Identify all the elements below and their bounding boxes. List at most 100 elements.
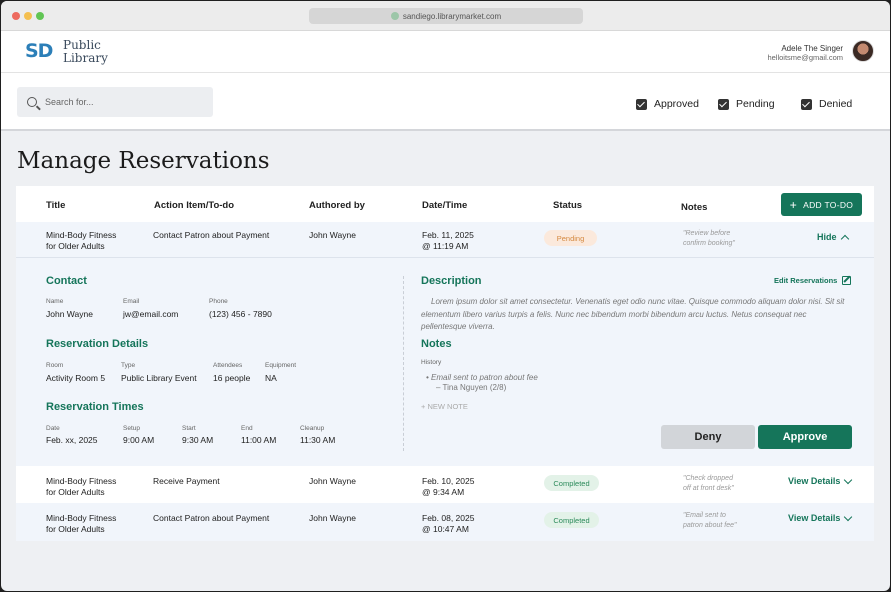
column-header-title[interactable]: Title — [46, 200, 65, 211]
row-datetime: Feb. 11, 2025 @ 11:19 AM — [422, 230, 474, 251]
edit-reservations-link[interactable]: Edit Reservations — [774, 276, 852, 285]
history-label: History — [421, 359, 442, 366]
name-label: Name — [46, 298, 64, 305]
deny-button[interactable]: Deny — [661, 425, 755, 449]
row-note: "Email sent to patron about fee" — [683, 512, 737, 529]
row-title: Mind-Body Fitness for Older Adults — [46, 513, 117, 534]
contact-section-title: Contact — [46, 275, 87, 287]
type-label: Type — [121, 362, 136, 369]
checkbox-checked-icon[interactable] — [636, 98, 647, 110]
view-details-label: View Details — [788, 476, 841, 486]
row-action-item: Receive Payment — [153, 476, 220, 486]
filter-pending[interactable]: Pending — [718, 98, 775, 110]
checkbox-checked-icon[interactable] — [801, 98, 812, 110]
type-value: Public Library Event — [121, 373, 197, 383]
row-author: John Wayne — [309, 513, 356, 523]
date-value: Feb. xx, 2025 — [46, 435, 98, 445]
search-icon — [27, 97, 37, 107]
maximize-window-icon[interactable] — [36, 12, 44, 20]
end-value: 11:00 AM — [241, 435, 277, 445]
filter-denied[interactable]: Denied — [801, 98, 852, 110]
row-action-item: Contact Patron about Payment — [153, 230, 270, 240]
chevron-down-icon — [844, 512, 853, 521]
edit-reservations-label: Edit Reservations — [774, 276, 838, 285]
address-bar[interactable]: sandiego.librarymarket.com — [309, 8, 583, 24]
view-details-button[interactable]: View Details — [788, 475, 853, 486]
user-name: Adele The Singer — [781, 44, 843, 53]
table-row[interactable]: Mind-Body Fitness for Older Adults Contac… — [16, 503, 874, 541]
notes-title: Notes — [421, 338, 452, 350]
reservations-table: Title Action Item/To-do Authored by Date… — [16, 186, 874, 541]
row-note: "Review before confirm booking" — [683, 230, 735, 247]
app-window: sandiego.librarymarket.com SD Public Lib… — [1, 1, 890, 591]
row-datetime: Feb. 10, 2025 @ 9:34 AM — [422, 476, 475, 497]
browser-chrome: sandiego.librarymarket.com — [1, 1, 890, 31]
table-row[interactable]: Mind-Body Fitness for Older Adults Receiv… — [16, 466, 874, 503]
column-header-action[interactable]: Action Item/To-do — [154, 200, 234, 211]
status-badge: Completed — [544, 512, 599, 528]
edit-icon — [842, 276, 852, 285]
details-divider — [403, 276, 404, 451]
description-text: Lorem ipsum dolor sit amet consectetur. … — [421, 297, 845, 331]
hide-details-label: Hide — [817, 232, 837, 242]
view-details-button[interactable]: View Details — [788, 512, 853, 523]
table-row[interactable]: Mind-Body Fitness for Older Adults Contac… — [16, 223, 874, 258]
logo-line-2: Library — [63, 51, 108, 65]
description-title: Description — [421, 275, 482, 287]
row-author: John Wayne — [309, 230, 356, 240]
filter-denied-label: Denied — [819, 98, 853, 110]
close-window-icon[interactable] — [12, 12, 20, 20]
attendees-label: Attendees — [213, 362, 243, 369]
row-note: "Check dropped off at front desk" — [683, 475, 734, 492]
filter-approved-label: Approved — [654, 98, 699, 110]
user-avatar[interactable] — [852, 40, 874, 62]
history-item: • Email sent to patron about fee — [426, 373, 538, 382]
library-logo-icon[interactable]: SD — [25, 40, 53, 62]
chevron-up-icon — [840, 234, 849, 243]
reservation-times-title: Reservation Times — [46, 401, 144, 413]
room-label: Room — [46, 362, 64, 369]
row-title: Mind-Body Fitness for Older Adults — [46, 476, 117, 497]
new-note-button[interactable]: + NEW NOTE — [421, 402, 468, 411]
minimize-window-icon[interactable] — [24, 12, 32, 20]
approve-button[interactable]: Approve — [758, 425, 852, 449]
start-label: Start — [182, 425, 196, 432]
start-value: 9:30 AM — [182, 435, 214, 445]
contact-email[interactable]: jw@email.com — [123, 309, 178, 319]
site-favicon-icon — [390, 12, 399, 20]
contact-phone[interactable]: (123) 456 - 7890 — [209, 309, 272, 319]
filter-pending-label: Pending — [736, 98, 775, 110]
column-header-date[interactable]: Date/Time — [422, 200, 467, 211]
cleanup-value: 11:30 AM — [300, 435, 336, 445]
email-label: Email — [123, 298, 140, 305]
date-label: Date — [46, 425, 60, 432]
library-logo-text[interactable]: Public Library — [63, 39, 108, 65]
room-value: Activity Room 5 — [46, 373, 106, 383]
row-title: Mind-Body Fitness for Older Adults — [46, 230, 117, 251]
hide-details-button[interactable]: Hide — [817, 232, 849, 243]
end-label: End — [241, 425, 253, 432]
search-box[interactable] — [17, 87, 213, 117]
url-text: sandiego.librarymarket.com — [402, 11, 502, 21]
view-details-label: View Details — [788, 513, 841, 523]
add-todo-button[interactable]: + ADD TO-DO — [781, 193, 862, 216]
row-action-item: Contact Patron about Payment — [153, 513, 270, 523]
checkbox-checked-icon[interactable] — [718, 98, 729, 110]
row-author: John Wayne — [309, 476, 356, 486]
history-author: – Tina Nguyen (2/8) — [436, 383, 507, 392]
status-badge: Pending — [544, 230, 597, 246]
column-header-status[interactable]: Status — [553, 200, 582, 211]
plus-icon: + — [789, 197, 798, 212]
filter-approved[interactable]: Approved — [636, 98, 699, 110]
page-title: Manage Reservations — [17, 148, 270, 174]
setup-value: 9:00 AM — [123, 435, 155, 445]
search-input[interactable] — [45, 97, 195, 107]
equipment-value: NA — [265, 373, 277, 383]
setup-label: Setup — [123, 425, 140, 432]
phone-label: Phone — [209, 298, 228, 305]
column-header-author[interactable]: Authored by — [309, 200, 365, 211]
add-todo-label: ADD TO-DO — [803, 199, 854, 210]
attendees-value: 16 people — [213, 373, 251, 383]
equipment-label: Equipment — [265, 362, 297, 369]
column-header-notes[interactable]: Notes — [681, 202, 707, 213]
